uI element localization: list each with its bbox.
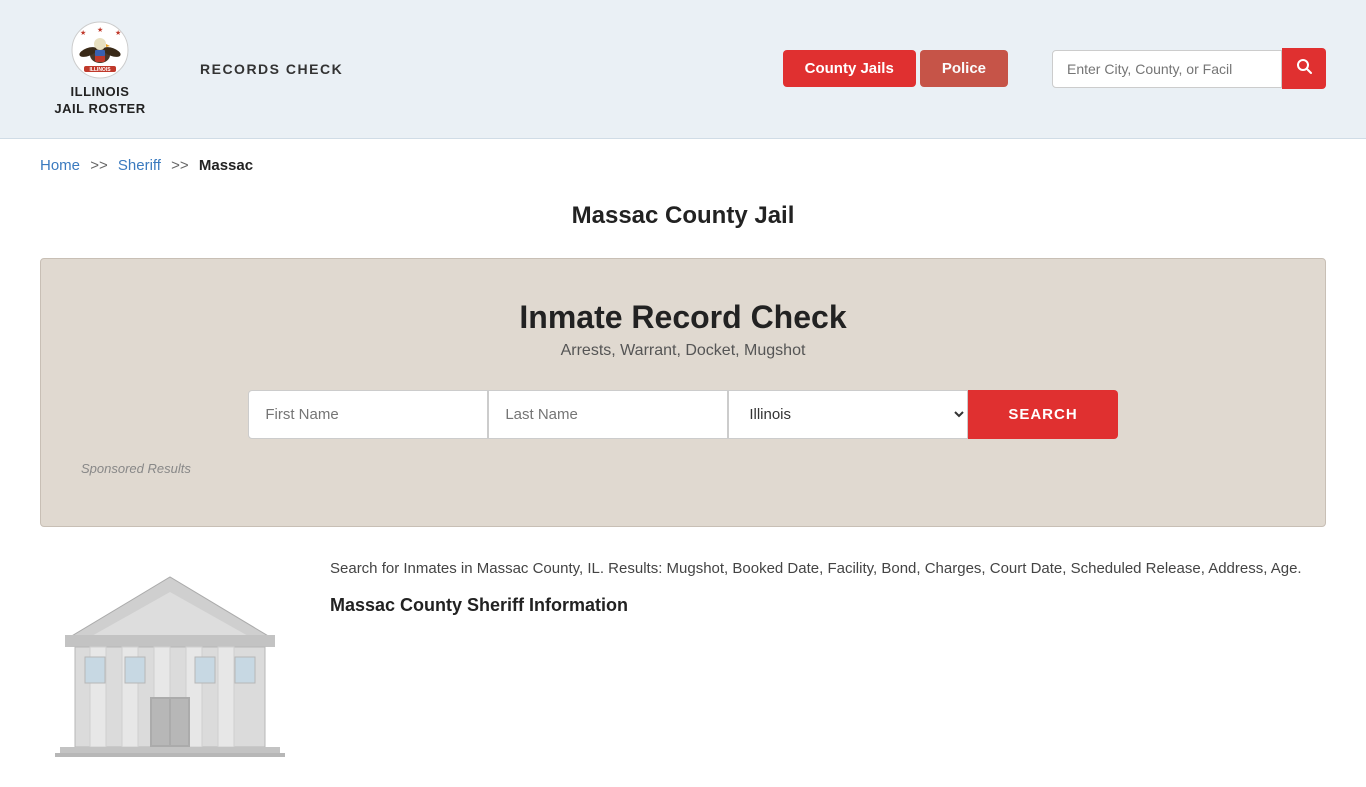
svg-text:★: ★ [80, 29, 86, 37]
logo-area: ★ ★ ★ ILLINOIS ILLINOIS JAIL ROSTER [40, 20, 160, 118]
site-header: ★ ★ ★ ILLINOIS ILLINOIS JAIL ROSTER RECO… [0, 0, 1366, 139]
county-jails-button[interactable]: County Jails [783, 50, 916, 87]
record-check-subtitle: Arrests, Warrant, Docket, Mugshot [81, 342, 1285, 360]
breadcrumb-sep1: >> [90, 157, 108, 174]
svg-text:★: ★ [115, 29, 121, 37]
logo-text: ILLINOIS JAIL ROSTER [54, 84, 145, 118]
bottom-description: Search for Inmates in Massac County, IL.… [330, 557, 1326, 581]
header-search-area [1052, 48, 1326, 89]
sponsored-results-label: Sponsored Results [81, 461, 1285, 476]
search-button[interactable]: SEARCH [968, 390, 1117, 439]
search-icon [1296, 58, 1312, 74]
breadcrumb: Home >> Sheriff >> Massac [0, 139, 1366, 184]
breadcrumb-current: Massac [199, 157, 253, 174]
breadcrumb-home[interactable]: Home [40, 157, 80, 174]
header-search-input[interactable] [1052, 50, 1282, 88]
main-nav: County Jails Police [783, 50, 1008, 87]
police-button[interactable]: Police [920, 50, 1008, 87]
svg-text:★: ★ [97, 26, 103, 34]
bottom-section: Search for Inmates in Massac County, IL.… [0, 527, 1366, 787]
record-check-form: AlabamaAlaskaArizonaArkansasCaliforniaCo… [81, 390, 1285, 439]
records-check-label: RECORDS CHECK [200, 61, 343, 77]
record-check-panel: Inmate Record Check Arrests, Warrant, Do… [40, 258, 1326, 527]
page-title: Massac County Jail [0, 202, 1366, 230]
last-name-input[interactable] [488, 390, 728, 439]
first-name-input[interactable] [248, 390, 488, 439]
breadcrumb-sheriff[interactable]: Sheriff [118, 157, 161, 174]
breadcrumb-sep2: >> [171, 157, 189, 174]
state-select[interactable]: AlabamaAlaskaArizonaArkansasCaliforniaCo… [728, 390, 968, 439]
header-search-button[interactable] [1282, 48, 1326, 89]
state-seal-icon: ★ ★ ★ ILLINOIS [70, 20, 130, 80]
building-illustration [40, 557, 300, 757]
svg-text:ILLINOIS: ILLINOIS [89, 67, 111, 73]
record-check-title: Inmate Record Check [81, 299, 1285, 336]
bottom-text: Search for Inmates in Massac County, IL.… [330, 557, 1326, 622]
courthouse-icon [50, 557, 290, 757]
sheriff-info-heading: Massac County Sheriff Information [330, 595, 1326, 616]
